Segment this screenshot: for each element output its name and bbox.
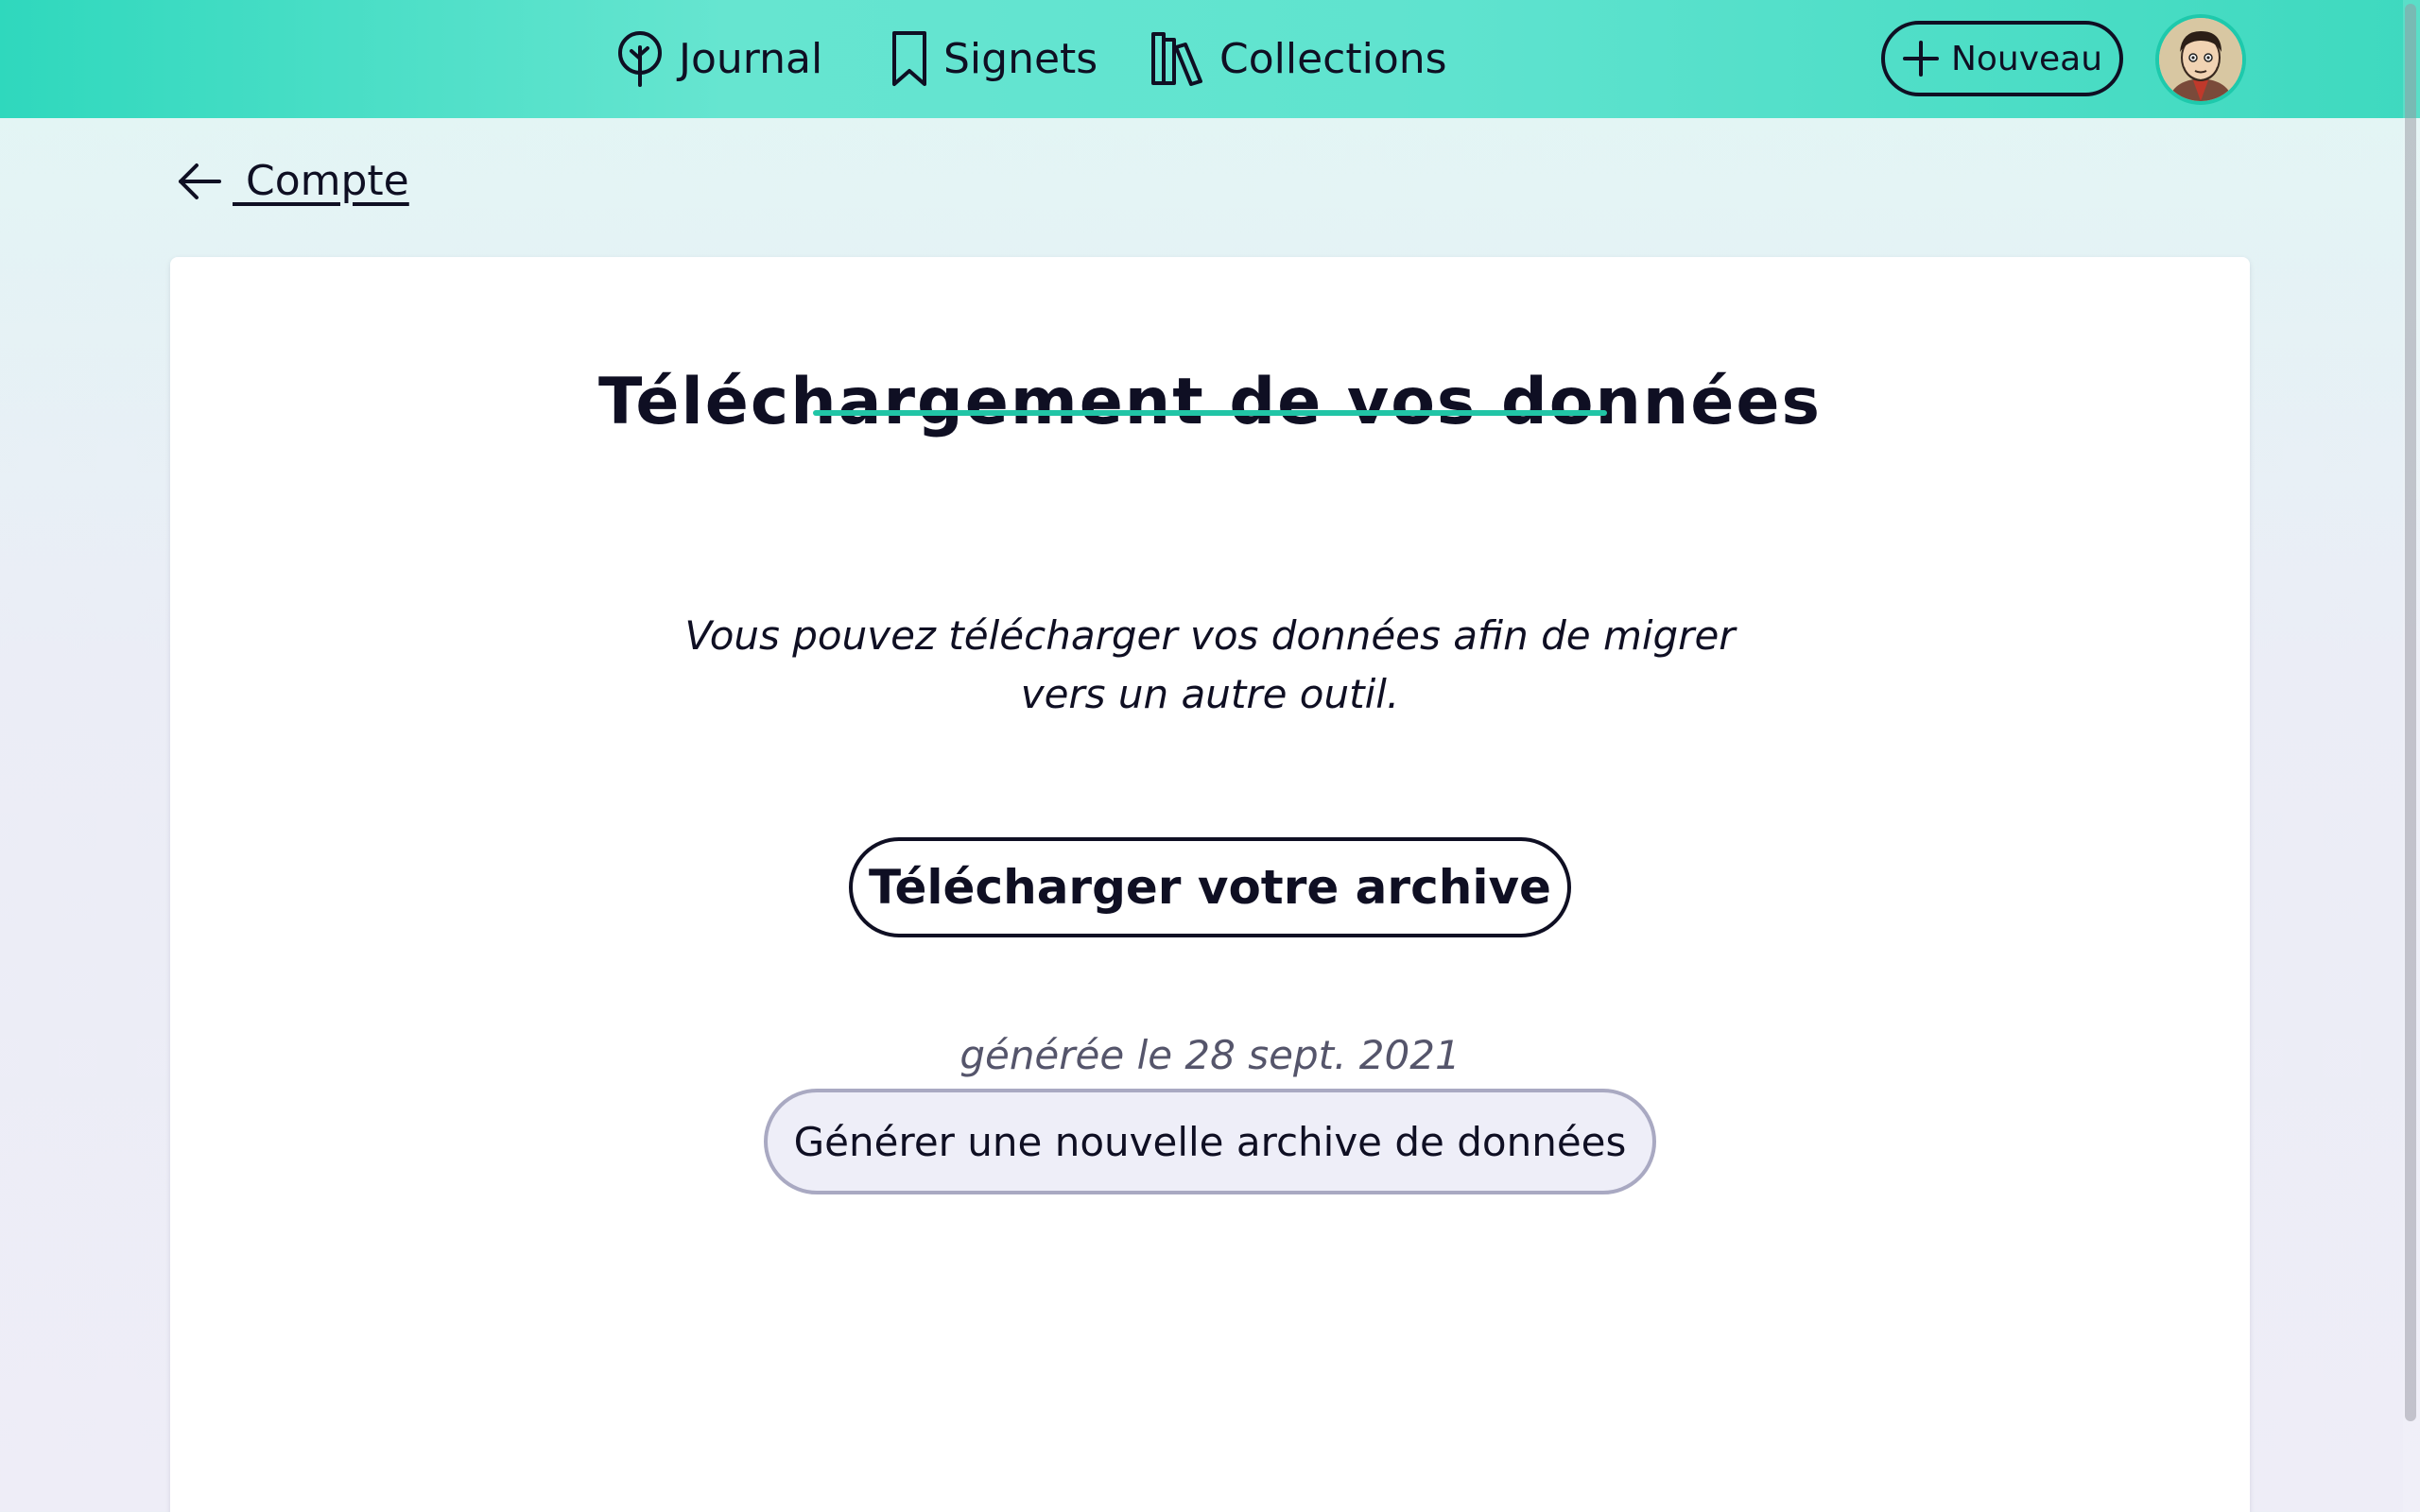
plus-icon [1902,41,1939,77]
scrollbar-thumb[interactable] [2405,4,2416,1421]
avatar-illustration [2159,18,2242,101]
nav-item-journal[interactable]: Journal [614,28,822,89]
back-link-compte[interactable]: Compte [176,157,409,205]
generate-archive-button[interactable]: Générer une nouvelle archive de données [764,1089,1656,1194]
back-link-label: Compte [233,157,409,205]
user-avatar[interactable] [2155,14,2246,105]
archive-generated-date: générée le 28 sept. 2021 [959,1032,1461,1078]
new-button-label: Nouveau [1950,39,2103,78]
top-nav-bar: Journal Signets Collections Nouveau [0,0,2420,118]
nav-item-label: Signets [943,34,1098,83]
tree-icon [618,31,662,87]
new-button[interactable]: Nouveau [1881,21,2123,96]
library-icon [1151,32,1202,86]
bookmark-icon [892,31,926,86]
download-archive-button[interactable]: Télécharger votre archive [849,837,1571,937]
description-text: Vous pouvez télécharger vos données afin… [684,612,1736,717]
nav-item-signets[interactable]: Signets [889,28,1098,89]
page-title: Téléchargement de vos données [598,364,1822,439]
nav-item-label: Collections [1219,34,1447,83]
arrow-left-icon [179,163,221,199]
nav-item-label: Journal [679,34,823,83]
title-underline [813,410,1607,416]
nav-item-collections[interactable]: Collections [1150,28,1447,89]
